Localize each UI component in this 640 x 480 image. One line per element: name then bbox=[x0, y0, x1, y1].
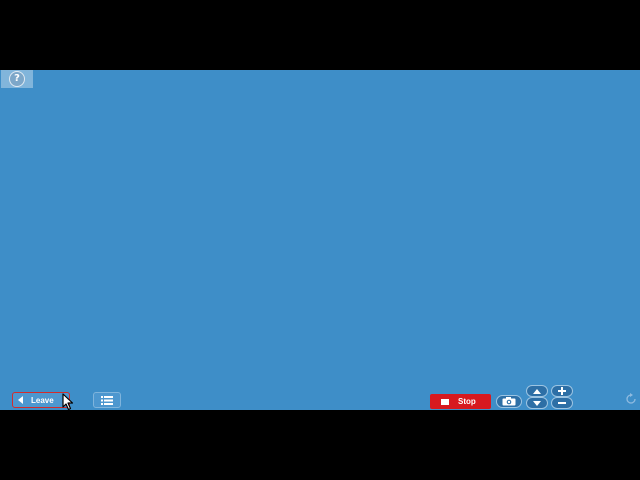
mouse-pointer-icon bbox=[62, 393, 76, 410]
zoom-in-button[interactable] bbox=[551, 385, 573, 397]
stop-square-icon bbox=[441, 398, 449, 405]
stage-canvas[interactable]: ? Leave Stop bbox=[0, 70, 640, 410]
rotate-button[interactable] bbox=[624, 392, 638, 406]
scroll-up-button[interactable] bbox=[526, 385, 548, 397]
help-icon: ? bbox=[9, 71, 25, 87]
camera-icon bbox=[502, 397, 516, 406]
list-icon bbox=[101, 395, 113, 405]
minus-icon bbox=[558, 402, 566, 404]
stop-button[interactable]: Stop bbox=[430, 394, 491, 409]
chevron-up-icon bbox=[533, 388, 541, 394]
rotate-icon bbox=[626, 393, 636, 404]
stop-label: Stop bbox=[458, 397, 476, 406]
list-button[interactable] bbox=[93, 392, 121, 408]
scroll-down-button[interactable] bbox=[526, 397, 548, 409]
chevron-down-icon bbox=[533, 400, 541, 406]
leave-label: Leave bbox=[31, 395, 54, 405]
left-arrow-icon bbox=[18, 396, 23, 404]
plus-icon bbox=[558, 387, 566, 395]
zoom-out-button[interactable] bbox=[551, 397, 573, 409]
camera-button[interactable] bbox=[496, 395, 522, 408]
help-button[interactable]: ? bbox=[1, 70, 33, 88]
